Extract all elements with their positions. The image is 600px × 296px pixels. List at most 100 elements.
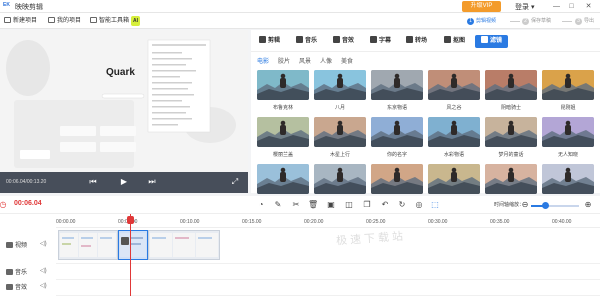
filter-item[interactable]: 你的名字 [371, 117, 423, 158]
editor-window: EK 映映剪辑 升级VIP 登录 ▾ — □ ✕ 新建项目 我的项目 智能工具箱… [0, 0, 600, 296]
playhead-handle[interactable] [127, 216, 134, 224]
undo-icon[interactable]: ↶ [380, 200, 390, 210]
tab-music[interactable]: 音乐 [296, 36, 317, 47]
crop-icon[interactable]: ▣ [326, 200, 336, 210]
filter-label: 樱丽兰盖 [272, 152, 293, 158]
time-ruler[interactable]: 00:00.0000:05.0000:10.0000:15.0000:20.00… [56, 214, 600, 228]
tab-cutout[interactable]: 抠图 [444, 36, 465, 47]
pen-icon[interactable]: ✎ [273, 200, 283, 210]
track-label-text: 视频 [15, 243, 28, 249]
login-link[interactable]: 登录 ▾ [515, 2, 534, 12]
tab-filters[interactable]: 滤镜 [475, 35, 509, 48]
filter-item[interactable] [314, 164, 366, 198]
mirror-icon[interactable]: ◫ [344, 200, 354, 210]
preview-timecode: 00:06.04/00:13.20 [6, 179, 47, 185]
filter-item[interactable]: 昆刚姐 [542, 70, 594, 111]
category-film[interactable]: 胶片 [278, 56, 290, 65]
filter-item[interactable]: 木星上行 [314, 117, 366, 158]
timeline[interactable]: 00:00.0000:05.0000:10.0000:15.0000:20.00… [0, 214, 600, 296]
filter-thumbnail [371, 70, 423, 100]
redo-icon[interactable]: ↻ [397, 200, 407, 210]
filter-preview-image [485, 164, 537, 194]
filter-item[interactable]: 阴暗骑士 [485, 70, 537, 111]
video-track[interactable] [56, 228, 600, 264]
category-food[interactable]: 美食 [341, 56, 353, 65]
my-projects-button[interactable]: 我的项目 [48, 16, 81, 26]
upgrade-vip-button[interactable]: 升级VIP [462, 1, 501, 12]
playhead[interactable] [130, 214, 131, 296]
smart-tools-button[interactable]: 智能工具箱 AI [90, 16, 141, 26]
track-label-video: 视频 [6, 240, 27, 249]
category-portrait[interactable]: 人像 [320, 56, 332, 65]
preview-frame [0, 30, 248, 172]
copy-icon[interactable]: ❐ [362, 200, 372, 210]
scissors-icon[interactable]: ✂ [291, 200, 301, 210]
video-track-icon [6, 242, 13, 248]
filter-item[interactable] [428, 164, 480, 198]
filter-item[interactable] [485, 164, 537, 198]
filter-label: 无人知晓 [557, 152, 578, 158]
maximize-button[interactable]: □ [566, 1, 577, 12]
filter-item[interactable]: 东京物语 [371, 70, 423, 111]
video-visibility-icon[interactable]: ◁) [40, 240, 47, 247]
stabilize-icon[interactable]: ◎ [414, 200, 424, 210]
new-project-label: 新建项目 [13, 18, 38, 24]
preview-brand-text: Quark [106, 67, 135, 78]
filter-item[interactable]: 无人知晓 [542, 117, 594, 158]
play-icon[interactable]: ▶ [119, 177, 129, 187]
delete-icon[interactable]: 🗑 [308, 200, 318, 210]
fullscreen-icon[interactable]: ⤢ [230, 177, 240, 187]
new-project-button[interactable]: 新建项目 [4, 16, 37, 26]
filter-label: 布鲁克林 [272, 105, 293, 111]
cutout-icon [444, 36, 451, 43]
filter-item[interactable]: 梦月的童话 [485, 117, 537, 158]
filter-label: 你的名字 [386, 152, 407, 158]
category-landscape[interactable]: 风景 [299, 56, 311, 65]
tab-sound-effects[interactable]: 音效 [333, 36, 354, 47]
filter-item[interactable] [542, 164, 594, 198]
music-volume-icon[interactable]: ◁) [40, 267, 47, 274]
sfx-track[interactable] [56, 280, 600, 296]
filter-preview-image [428, 70, 480, 100]
zoom-slider[interactable] [531, 202, 579, 209]
filter-preview-image [371, 117, 423, 147]
music-track[interactable] [56, 264, 600, 280]
filter-label: 水彩物语 [443, 152, 464, 158]
category-movie[interactable]: 电影 [257, 56, 269, 65]
tab-subtitles[interactable]: 字幕 [370, 36, 391, 47]
close-button[interactable]: ✕ [583, 1, 594, 12]
filter-item[interactable] [257, 164, 309, 198]
filter-item[interactable]: 樱丽兰盖 [257, 117, 309, 158]
filter-preview-image [485, 70, 537, 100]
zoom-out-icon[interactable]: ⊖ [520, 200, 530, 210]
tab-transitions[interactable]: 转场 [406, 36, 427, 47]
ai-tool-icon[interactable]: ⬚ [430, 200, 440, 210]
ai-badge: AI [131, 16, 141, 26]
video-clip[interactable] [148, 230, 220, 260]
tab-label: 音乐 [305, 38, 318, 44]
speed-icon[interactable]: ◔ [256, 200, 266, 210]
filter-item[interactable]: 布鲁克林 [257, 70, 309, 111]
filter-item[interactable]: 八月 [314, 70, 366, 111]
filter-label: 阴暗骑士 [500, 105, 521, 111]
filter-item[interactable]: 风之谷 [428, 70, 480, 111]
app-title: 映映剪辑 [15, 4, 43, 11]
selected-clip[interactable] [118, 230, 148, 260]
zoom-slider-knob[interactable] [542, 202, 550, 209]
filter-item[interactable] [371, 164, 423, 198]
selected-clip-thumbnail [120, 233, 146, 257]
video-preview[interactable]: Quark [0, 30, 248, 172]
zoom-in-icon[interactable]: ⊕ [583, 200, 593, 210]
filter-thumbnail [371, 164, 423, 194]
minimize-button[interactable]: — [551, 1, 562, 12]
music-track-icon [6, 269, 13, 275]
tab-edit[interactable]: 剪辑 [259, 36, 280, 47]
prev-frame-icon[interactable]: ⏮ [88, 177, 98, 187]
sfx-volume-icon[interactable]: ◁) [40, 282, 47, 289]
filter-preview-image [371, 70, 423, 100]
filter-item[interactable]: 水彩物语 [428, 117, 480, 158]
video-clip[interactable] [58, 230, 118, 260]
filter-preview-image [314, 70, 366, 100]
tab-label: 抠图 [453, 38, 466, 44]
next-frame-icon[interactable]: ⏭ [147, 177, 157, 187]
